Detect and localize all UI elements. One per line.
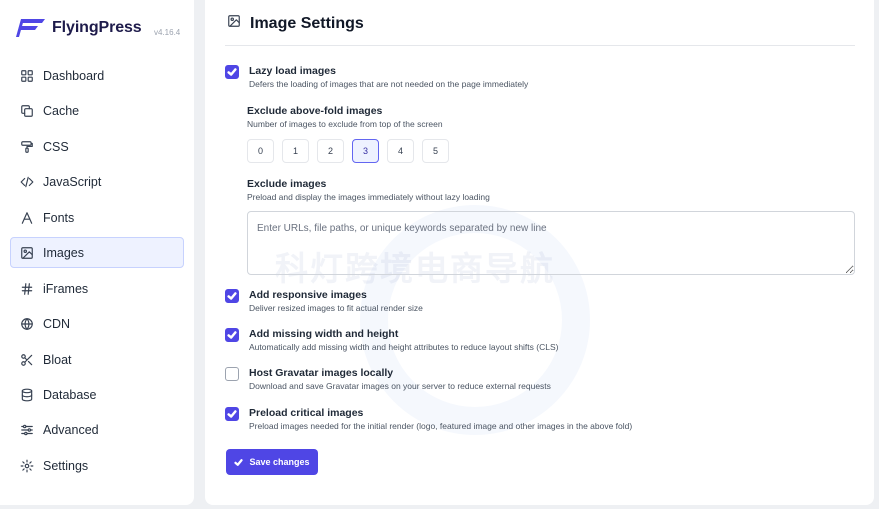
above-fold-count-selector: 0 1 2 3 4 5	[247, 139, 457, 163]
preload-critical-checkbox[interactable]	[225, 407, 239, 421]
option-description: Deliver resized images to fit actual ren…	[249, 303, 423, 313]
sidebar-item-label: Cache	[43, 103, 80, 118]
sidebar-item-label: Bloat	[43, 352, 72, 367]
flyingpress-logo-icon	[16, 19, 45, 37]
copy-icon	[20, 104, 34, 118]
sidebar-item-label: CDN	[43, 316, 71, 331]
sidebar-item-javascript[interactable]: JavaScript	[10, 166, 184, 197]
hash-icon	[20, 282, 34, 296]
sidebar-item-cdn[interactable]: CDN	[10, 308, 184, 339]
sidebar-item-fonts[interactable]: Fonts	[10, 202, 184, 233]
sidebar-item-label: Advanced	[43, 422, 99, 437]
count-option-2[interactable]: 2	[317, 139, 344, 163]
page-title: Image Settings	[250, 14, 364, 32]
section-title: Exclude above-fold images	[247, 105, 383, 117]
option-title: Host Gravatar images locally	[249, 367, 394, 379]
sidebar-item-database[interactable]: Database	[10, 379, 184, 410]
sidebar-item-cache[interactable]: Cache	[10, 95, 184, 126]
check-icon	[234, 458, 244, 466]
image-settings-panel: 科灯跨境电商导航 Image Settings Lazy load images…	[205, 0, 874, 505]
option-title: Preload critical images	[249, 407, 364, 419]
option-description: Defers the loading of images that are no…	[249, 79, 529, 89]
check-icon	[227, 292, 237, 300]
exclude-above-fold-section: Exclude above-fold images Number of imag…	[247, 104, 443, 131]
version-label: v4.16.4	[154, 28, 181, 37]
count-option-1[interactable]: 1	[282, 139, 309, 163]
option-description: Preload images needed for the initial re…	[249, 421, 633, 431]
count-option-0[interactable]: 0	[247, 139, 274, 163]
globe-icon	[20, 317, 34, 331]
image-icon	[20, 246, 34, 260]
exclude-images-section: Exclude images Preload and display the i…	[247, 177, 490, 204]
brand[interactable]: FlyingPress	[16, 16, 142, 40]
sidebar-item-bloat[interactable]: Bloat	[10, 344, 184, 375]
page-header: Image Settings	[227, 14, 364, 33]
responsive-images-option: Add responsive images Deliver resized im…	[225, 288, 423, 315]
option-title: Lazy load images	[249, 65, 336, 77]
sidebar-item-label: CSS	[43, 139, 69, 154]
section-description: Number of images to exclude from top of …	[247, 119, 443, 129]
option-description: Download and save Gravatar images on you…	[249, 381, 551, 391]
lazy-load-checkbox[interactable]	[225, 65, 239, 79]
grid-icon	[20, 69, 34, 83]
lazy-load-option: Lazy load images Defers the loading of i…	[225, 64, 528, 91]
sidebar-item-label: Dashboard	[43, 68, 105, 83]
header-divider	[225, 45, 855, 46]
sidebar-item-settings[interactable]: Settings	[10, 450, 184, 481]
option-title: Add missing width and height	[249, 328, 399, 340]
save-button[interactable]: Save changes	[226, 449, 318, 475]
sidebar-item-label: iFrames	[43, 281, 89, 296]
brand-name: FlyingPress	[52, 19, 142, 36]
sliders-icon	[20, 423, 34, 437]
sidebar-item-label: Fonts	[43, 210, 75, 225]
section-title: Exclude images	[247, 178, 327, 190]
image-icon	[227, 14, 241, 33]
code-icon	[20, 175, 34, 189]
font-icon	[20, 211, 34, 225]
sidebar-item-label: JavaScript	[43, 174, 102, 189]
gravatar-option: Host Gravatar images locally Download an…	[225, 366, 551, 393]
missing-dimensions-option: Add missing width and height Automatical…	[225, 327, 558, 354]
sidebar-item-label: Database	[43, 387, 97, 402]
sidebar-item-dashboard[interactable]: Dashboard	[10, 60, 184, 91]
section-description: Preload and display the images immediate…	[247, 192, 490, 202]
count-option-4[interactable]: 4	[387, 139, 414, 163]
sidebar-item-label: Settings	[43, 458, 89, 473]
gear-icon	[20, 459, 34, 473]
save-button-label: Save changes	[249, 457, 310, 467]
exclude-images-textarea[interactable]	[247, 211, 855, 275]
check-icon	[227, 410, 237, 418]
count-option-3[interactable]: 3	[352, 139, 379, 163]
responsive-images-checkbox[interactable]	[225, 289, 239, 303]
missing-dimensions-checkbox[interactable]	[225, 328, 239, 342]
sidebar-item-css[interactable]: CSS	[10, 131, 184, 162]
option-description: Automatically add missing width and heig…	[249, 342, 559, 352]
sidebar-item-advanced[interactable]: Advanced	[10, 414, 184, 445]
check-icon	[227, 331, 237, 339]
count-option-5[interactable]: 5	[422, 139, 449, 163]
option-title: Add responsive images	[249, 289, 367, 301]
sidebar-item-label: Images	[43, 245, 84, 260]
preload-critical-option: Preload critical images Preload images n…	[225, 406, 632, 433]
gravatar-checkbox[interactable]	[225, 367, 239, 381]
sidebar-item-images[interactable]: Images	[10, 237, 184, 268]
database-icon	[20, 388, 34, 402]
paint-roller-icon	[20, 140, 34, 154]
scissors-icon	[20, 353, 34, 367]
check-icon	[227, 68, 237, 76]
sidebar: FlyingPress v4.16.4 Dashboard Cache CSS …	[0, 0, 194, 505]
sidebar-item-iframes[interactable]: iFrames	[10, 273, 184, 304]
